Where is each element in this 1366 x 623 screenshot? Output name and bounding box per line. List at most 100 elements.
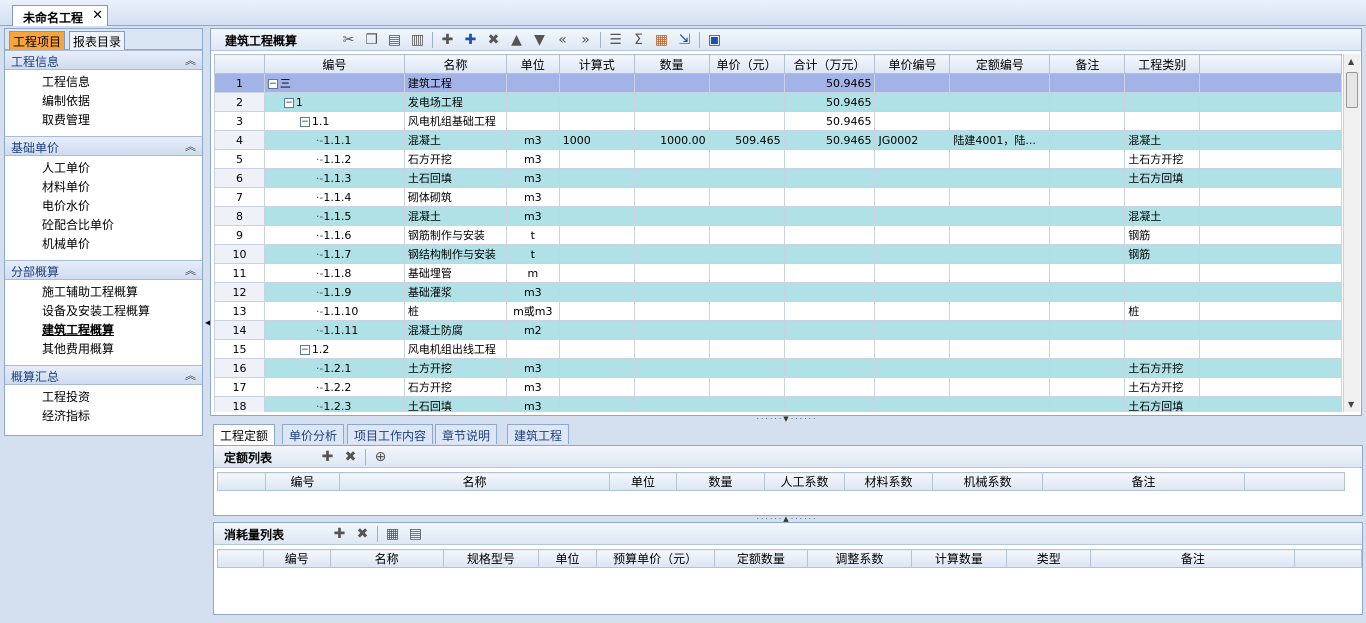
header-type[interactable]: 类型 bbox=[1006, 549, 1092, 568]
cell-quota-code[interactable] bbox=[949, 339, 1051, 359]
cell-quota-code[interactable] bbox=[949, 263, 1051, 283]
tab-reports[interactable]: 报表目录 bbox=[69, 31, 126, 50]
cell-quota-code[interactable] bbox=[949, 320, 1051, 340]
cell-price-code[interactable] bbox=[874, 358, 951, 378]
row-number[interactable]: 9 bbox=[214, 225, 265, 245]
cell-note[interactable] bbox=[1049, 282, 1126, 302]
add-icon[interactable]: ✚ bbox=[316, 448, 339, 466]
row-number[interactable]: 3 bbox=[214, 111, 265, 131]
export-icon[interactable]: ⇲ bbox=[673, 31, 696, 49]
cell-unit-price[interactable] bbox=[708, 301, 785, 321]
row-number[interactable]: 10 bbox=[214, 244, 265, 264]
cell-category[interactable]: 土石方回填 bbox=[1124, 168, 1201, 188]
cell-quantity[interactable] bbox=[633, 187, 710, 207]
cell-formula[interactable] bbox=[558, 111, 635, 131]
header-formula[interactable]: 计算式 bbox=[558, 54, 635, 74]
cell-quantity[interactable]: 1000.00 bbox=[633, 130, 710, 150]
section-header-project-info[interactable]: 工程信息 ︽ bbox=[5, 50, 202, 70]
cell-unit-price[interactable] bbox=[708, 320, 785, 340]
cell-unit[interactable]: t bbox=[505, 225, 560, 245]
header-price-code[interactable]: 单价编号 bbox=[874, 54, 951, 74]
cell-code[interactable]: ·-1.2.2 bbox=[263, 377, 405, 397]
cell-unit-price[interactable] bbox=[708, 92, 785, 112]
cell-price-code[interactable] bbox=[874, 282, 951, 302]
tab-quota[interactable]: 工程定额 bbox=[213, 424, 276, 445]
cell-unit[interactable]: m3 bbox=[505, 187, 560, 207]
cell-category[interactable]: 桩 bbox=[1124, 301, 1201, 321]
cell-name[interactable]: 砌体砌筑 bbox=[403, 187, 507, 207]
cell-code[interactable]: ·-1.2.1 bbox=[263, 358, 405, 378]
vertical-scrollbar[interactable]: ▲ ▼ bbox=[1343, 54, 1360, 412]
cell-total[interactable] bbox=[783, 301, 876, 321]
cell-unit-price[interactable] bbox=[708, 111, 785, 131]
cell-price-code[interactable] bbox=[874, 377, 951, 397]
delete-icon[interactable]: ✖ bbox=[351, 525, 374, 543]
cell-formula[interactable] bbox=[558, 187, 635, 207]
table-row[interactable]: 13 ·-1.1.10 桩 m或m3 桩 bbox=[214, 301, 1342, 321]
cell-total[interactable]: 50.9465 bbox=[783, 92, 876, 112]
cell-unit-price[interactable] bbox=[708, 282, 785, 302]
cell-quantity[interactable] bbox=[633, 396, 710, 412]
document-tab[interactable]: 未命名工程 ✕ bbox=[12, 5, 108, 26]
cell-quantity[interactable] bbox=[633, 263, 710, 283]
header-quantity[interactable]: 数量 bbox=[633, 54, 710, 74]
cell-total[interactable] bbox=[783, 263, 876, 283]
add-icon[interactable]: ✚ bbox=[328, 525, 351, 543]
cell-formula[interactable] bbox=[558, 206, 635, 226]
cell-category[interactable] bbox=[1124, 73, 1201, 93]
cell-price-code[interactable] bbox=[874, 187, 951, 207]
cell-category[interactable] bbox=[1124, 263, 1201, 283]
section-header-division-estimate[interactable]: 分部概算 ︽ bbox=[5, 260, 202, 280]
cell-formula[interactable] bbox=[558, 377, 635, 397]
add-icon[interactable]: ✚ bbox=[436, 31, 459, 49]
move-down-icon[interactable]: ▼ bbox=[528, 31, 551, 49]
cell-category[interactable]: 土石方开挖 bbox=[1124, 377, 1201, 397]
cell-quantity[interactable] bbox=[633, 168, 710, 188]
row-number[interactable]: 11 bbox=[214, 263, 265, 283]
cell-unit[interactable]: m2 bbox=[505, 320, 560, 340]
cell-price-code[interactable] bbox=[874, 206, 951, 226]
header-labor-coef[interactable]: 人工系数 bbox=[764, 472, 845, 491]
table-row[interactable]: 17 ·-1.2.2 石方开挖 m3 土石方开挖 bbox=[214, 377, 1342, 397]
section-header-summary[interactable]: 概算汇总 ︽ bbox=[5, 365, 202, 385]
header-spec[interactable]: 规格型号 bbox=[442, 549, 540, 568]
cell-formula[interactable] bbox=[558, 225, 635, 245]
cell-code[interactable]: ·-1.1.2 bbox=[263, 149, 405, 169]
cell-formula[interactable] bbox=[558, 263, 635, 283]
cell-unit[interactable]: m bbox=[505, 263, 560, 283]
cell-formula[interactable] bbox=[558, 358, 635, 378]
cell-unit-price[interactable] bbox=[708, 263, 785, 283]
cell-category[interactable] bbox=[1124, 111, 1201, 131]
collapse-node-icon[interactable]: − bbox=[267, 79, 278, 89]
header-code[interactable]: 编号 bbox=[263, 54, 405, 74]
table-row[interactable]: 10 ·-1.1.7 钢结构制作与安装 t 钢筋 bbox=[214, 244, 1342, 264]
cell-code[interactable]: −1 bbox=[263, 92, 405, 112]
tab-construction[interactable]: 建筑工程 bbox=[507, 424, 570, 444]
row-number[interactable]: 13 bbox=[214, 301, 265, 321]
cell-name[interactable]: 混凝土防腐 bbox=[403, 320, 507, 340]
table-row[interactable]: 3−1.1 风电机组基础工程 50.9465 bbox=[214, 111, 1342, 131]
cell-unit[interactable] bbox=[505, 339, 560, 359]
header-calc-qty[interactable]: 计算数量 bbox=[910, 549, 1008, 568]
cell-name[interactable]: 桩 bbox=[403, 301, 507, 321]
copy-icon[interactable]: ❐ bbox=[360, 31, 383, 49]
cell-category[interactable] bbox=[1124, 339, 1201, 359]
table-row[interactable]: 2−1 发电场工程 50.9465 bbox=[214, 92, 1342, 112]
cell-quota-code[interactable] bbox=[949, 206, 1051, 226]
cell-price-code[interactable] bbox=[874, 92, 951, 112]
section-header-base-price[interactable]: 基础单价 ︽ bbox=[5, 136, 202, 156]
cell-formula[interactable] bbox=[558, 339, 635, 359]
cell-note[interactable] bbox=[1049, 377, 1126, 397]
cell-code[interactable]: ·-1.1.9 bbox=[263, 282, 405, 302]
header-material-coef[interactable]: 材料系数 bbox=[844, 472, 933, 491]
cell-price-code[interactable] bbox=[874, 244, 951, 264]
table-row[interactable]: 12 ·-1.1.9 基础灌浆 m3 bbox=[214, 282, 1342, 302]
cell-name[interactable]: 混凝土 bbox=[403, 130, 507, 150]
cell-code[interactable]: −1.2 bbox=[263, 339, 405, 359]
cell-note[interactable] bbox=[1049, 92, 1126, 112]
cell-quota-code[interactable]: 陆建4001，陆... bbox=[949, 130, 1051, 150]
cell-unit[interactable] bbox=[505, 73, 560, 93]
cell-price-code[interactable] bbox=[874, 73, 951, 93]
delete-icon[interactable]: ✖ bbox=[339, 448, 362, 466]
cell-total[interactable]: 50.9465 bbox=[783, 111, 876, 131]
